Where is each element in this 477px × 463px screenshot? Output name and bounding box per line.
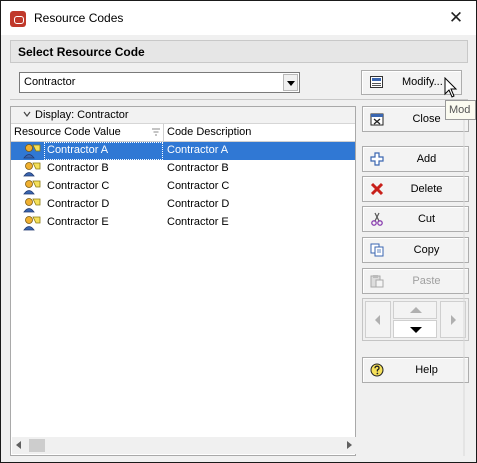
move-up-button[interactable]: [393, 301, 437, 319]
row-value: Contractor C: [47, 180, 110, 192]
horizontal-scrollbar[interactable]: [12, 437, 356, 454]
cut-button-label: Cut: [417, 213, 436, 225]
chevron-down-icon[interactable]: [283, 74, 298, 91]
row-description: Contractor B: [167, 162, 229, 174]
resource-code-icon: [23, 216, 41, 231]
title-bar: Resource Codes ✕: [1, 1, 476, 35]
scroll-right-icon[interactable]: [347, 441, 352, 449]
modify-tooltip: Mod: [445, 100, 476, 120]
add-button[interactable]: Add: [362, 146, 469, 172]
cut-button[interactable]: Cut: [362, 206, 469, 232]
resource-code-icon: [23, 180, 41, 195]
modify-button-label: Modify...: [402, 76, 443, 88]
scroll-thumb[interactable]: [29, 439, 45, 452]
sort-filter-icon[interactable]: [152, 128, 160, 137]
group-row[interactable]: Display: Contractor: [11, 107, 355, 124]
resource-code-dropdown[interactable]: Contractor: [19, 72, 300, 93]
row-value: Contractor A: [47, 144, 109, 156]
row-description: Contractor C: [167, 180, 230, 192]
help-button-label: Help: [415, 364, 438, 376]
window-title: Resource Codes: [34, 11, 124, 25]
dialog-resize-edge: [463, 101, 465, 456]
mouse-pointer-icon: [444, 77, 458, 98]
delete-button[interactable]: Delete: [362, 176, 469, 202]
add-button-label: Add: [416, 153, 437, 165]
table-row[interactable]: Contractor B Contractor B: [11, 160, 355, 178]
row-value: Contractor B: [47, 162, 109, 174]
table-row[interactable]: Contractor C Contractor C: [11, 178, 355, 196]
row-description: Contractor E: [167, 216, 229, 228]
resource-code-icon: [23, 144, 41, 159]
arrow-down-icon: [410, 327, 422, 333]
window-close-icon[interactable]: ✕: [446, 8, 466, 28]
scroll-left-icon[interactable]: [16, 441, 21, 449]
move-left-button[interactable]: [365, 301, 391, 338]
section-title: Select Resource Code: [10, 40, 468, 63]
row-value: Contractor E: [47, 216, 109, 228]
column-header-description[interactable]: Code Description: [167, 126, 251, 138]
move-arrows-panel: [362, 298, 469, 341]
arrow-left-icon: [375, 315, 380, 325]
paste-button-label: Paste: [412, 275, 441, 287]
delete-button-label: Delete: [410, 183, 443, 195]
arrow-up-icon: [410, 307, 422, 313]
table-row[interactable]: Contractor D Contractor D: [11, 196, 355, 214]
table-row[interactable]: Contractor A Contractor A: [11, 142, 355, 160]
row-value: Contractor D: [47, 198, 110, 210]
resource-code-grid[interactable]: Display: Contractor Resource Code Value …: [10, 106, 356, 456]
dropdown-value: Contractor: [24, 76, 76, 88]
paste-button[interactable]: Paste: [362, 268, 469, 294]
column-header-value[interactable]: Resource Code Value: [14, 126, 121, 138]
arrow-right-icon: [451, 315, 456, 325]
modify-form-icon: [370, 76, 383, 88]
app-logo-icon: [10, 11, 26, 27]
row-description: Contractor D: [167, 198, 230, 210]
row-description: Contractor A: [167, 144, 229, 156]
move-down-button[interactable]: [393, 320, 437, 338]
section-divider: [10, 99, 468, 100]
table-row[interactable]: Contractor E Contractor E: [11, 214, 355, 232]
column-header: Resource Code Value Code Description: [11, 124, 355, 142]
copy-button[interactable]: Copy: [362, 237, 469, 263]
help-button[interactable]: Help: [362, 357, 469, 383]
resource-codes-window: Resource Codes ✕ Select Resource Code Co…: [0, 0, 477, 463]
resource-code-icon: [23, 162, 41, 177]
collapse-chevron-icon[interactable]: [23, 110, 31, 118]
copy-button-label: Copy: [413, 244, 440, 256]
group-label: Display: Contractor: [35, 109, 129, 121]
resource-code-icon: [23, 198, 41, 213]
grid-rows: Contractor A Contractor A Contractor B C…: [11, 142, 355, 232]
column-divider[interactable]: [163, 124, 164, 142]
